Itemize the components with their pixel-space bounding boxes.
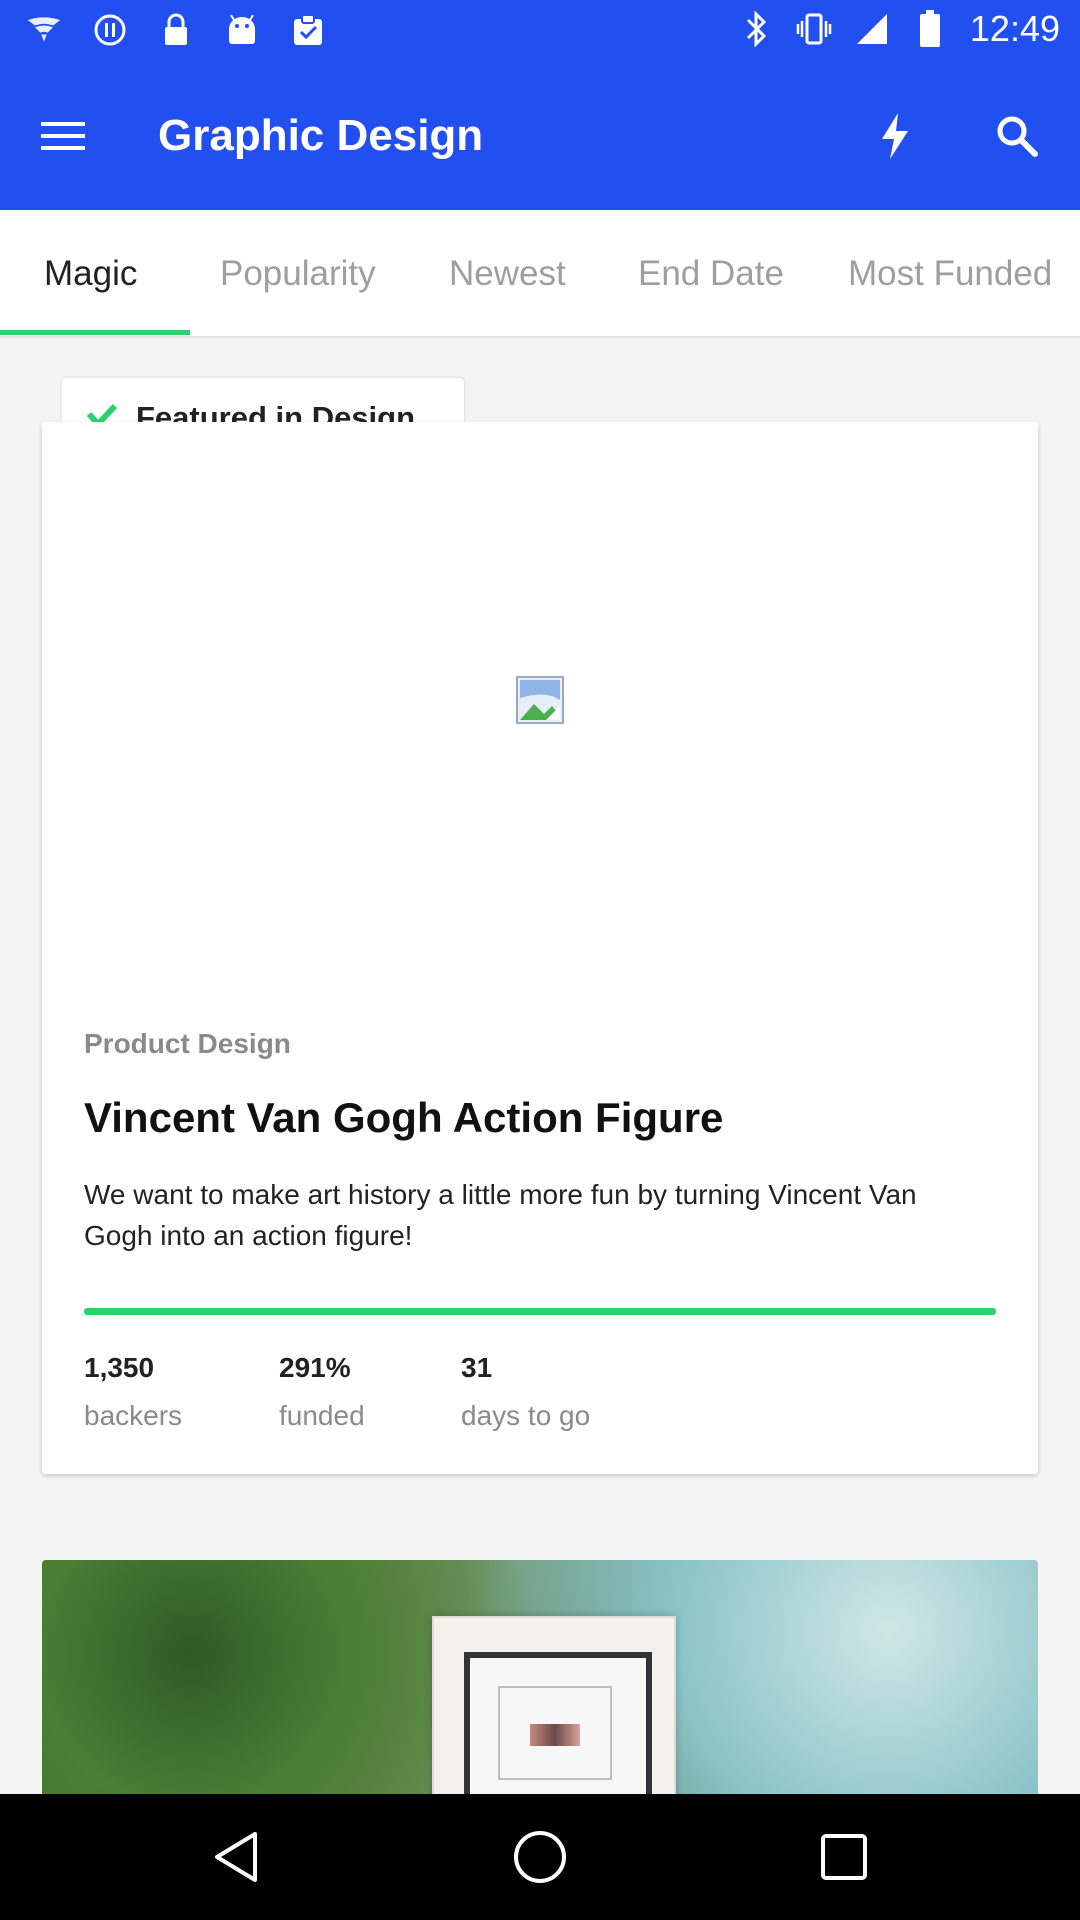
tab-newest[interactable]: Newest — [449, 254, 566, 294]
android-icon — [224, 12, 260, 48]
stat-funded: 291% funded — [279, 1352, 365, 1432]
wifi-fan-icon — [26, 12, 62, 48]
broken-image-icon — [516, 676, 564, 724]
stat-value: 1,350 — [84, 1352, 155, 1383]
signal-icon — [854, 11, 890, 47]
project-category: Product Design — [84, 1028, 291, 1059]
page-title: Graphic Design — [158, 111, 484, 160]
project-card[interactable]: Product Design Vincent Van Gogh Action F… — [42, 422, 1038, 1474]
stat-label: funded — [279, 1400, 365, 1431]
bluetooth-icon — [738, 11, 774, 47]
vibrate-icon — [796, 11, 832, 47]
stat-value: 31 — [461, 1352, 493, 1383]
battery-icon — [912, 10, 948, 47]
project-title: Vincent Van Gogh Action Figure — [84, 1094, 724, 1141]
status-time: 12:49 — [969, 8, 1060, 49]
tab-magic[interactable]: Magic — [44, 254, 137, 294]
tab-popularity[interactable]: Popularity — [220, 254, 376, 294]
recents-square-icon[interactable] — [814, 1827, 874, 1887]
project-blurb: We want to make art history a little mor… — [84, 1179, 917, 1251]
project-image[interactable] — [42, 422, 1038, 982]
next-project-image[interactable] — [42, 1560, 1038, 1794]
sort-tabs: Magic Popularity Newest End Date Most Fu… — [0, 210, 1080, 338]
bolt-icon[interactable] — [866, 107, 924, 165]
tab-most-funded[interactable]: Most Funded — [848, 254, 1052, 294]
active-tab-indicator — [0, 330, 190, 335]
stat-backers: 1,350 backers — [84, 1352, 182, 1432]
picture-frame — [432, 1616, 676, 1794]
lock-icon — [158, 12, 194, 48]
stat-days-to-go: 31 days to go — [461, 1352, 590, 1432]
stat-label: days to go — [461, 1400, 591, 1431]
clipboard-check-icon — [290, 12, 326, 48]
home-circle-icon[interactable] — [510, 1827, 570, 1887]
stat-label: backers — [84, 1400, 183, 1431]
status-bar: 12:49 — [0, 0, 1080, 63]
funding-progress-bar — [84, 1308, 996, 1315]
back-triangle-icon[interactable] — [206, 1827, 266, 1887]
search-icon[interactable] — [988, 107, 1046, 165]
system-nav-bar — [0, 1794, 1080, 1920]
stat-value: 291% — [279, 1352, 351, 1383]
circle-pause-icon — [92, 12, 128, 48]
tab-end-date[interactable]: End Date — [638, 254, 784, 294]
menu-icon[interactable] — [36, 109, 90, 163]
app-toolbar: Graphic Design — [0, 63, 1080, 210]
